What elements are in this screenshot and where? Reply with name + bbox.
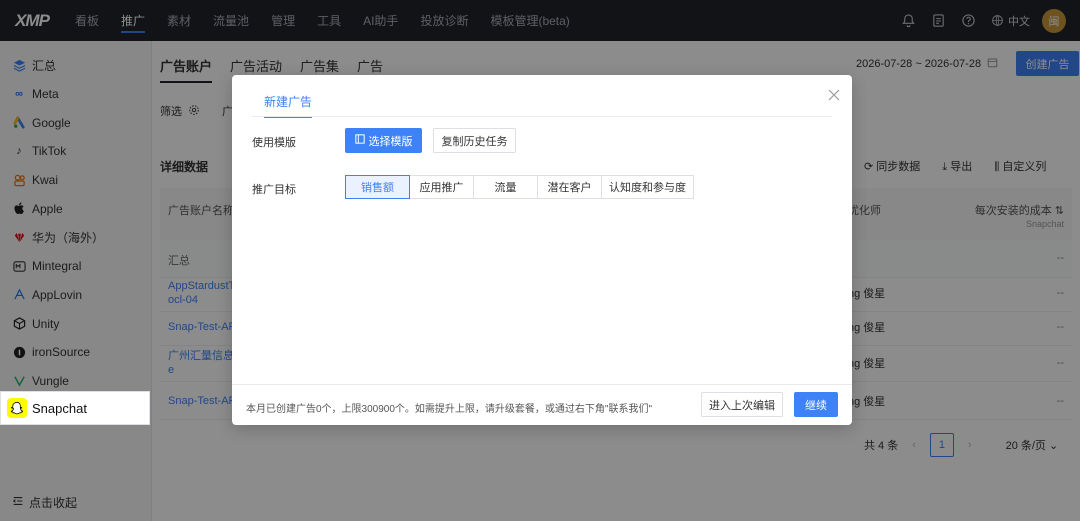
modal-tab-new-ad[interactable]: 新建广告 (264, 93, 313, 118)
snapchat-icon (7, 398, 27, 418)
continue-button[interactable]: 继续 (794, 392, 838, 417)
goal-segmented-control: 销售额 应用推广 流量 潜在客户 认知度和参与度 (345, 175, 694, 199)
enter-last-edit-button[interactable]: 进入上次编辑 (701, 392, 783, 417)
new-ad-modal: 新建广告 使用模版 选择模版 复制历史任务 推广目标 销售额 应用推广 流量 潜… (232, 75, 852, 425)
sidebar-item-label: Snapchat (32, 400, 87, 416)
modal-footer-divider (232, 384, 852, 385)
goal-label: 推广目标 (252, 184, 296, 196)
select-template-label: 选择模版 (368, 135, 413, 148)
modal-tab-divider (252, 116, 832, 117)
quota-note: 本月已创建广告0个，上限300900个。如需提升上限，请升级套餐，或通过右下角"… (246, 404, 653, 415)
goal-traffic[interactable]: 流量 (473, 175, 538, 199)
close-icon[interactable] (826, 87, 842, 103)
template-icon (354, 134, 365, 147)
template-label: 使用模版 (252, 137, 296, 149)
goal-leads[interactable]: 潜在客户 (537, 175, 602, 199)
sidebar-item-snapchat[interactable]: Snapchat (0, 391, 150, 425)
goal-awareness-engagement[interactable]: 认知度和参与度 (601, 175, 694, 199)
select-template-button[interactable]: 选择模版 (345, 128, 422, 153)
goal-app-promotion[interactable]: 应用推广 (409, 175, 474, 199)
goal-sales[interactable]: 销售额 (345, 175, 410, 199)
copy-history-task-button[interactable]: 复制历史任务 (433, 128, 516, 153)
